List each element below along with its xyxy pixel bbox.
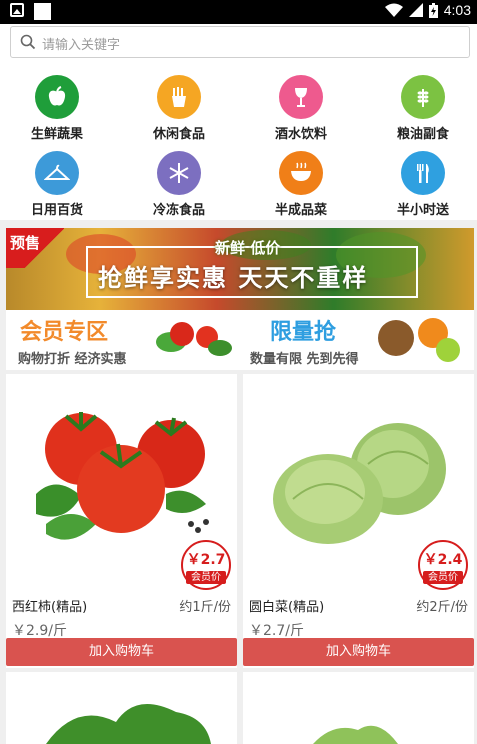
fork-knife-icon (401, 151, 445, 195)
wine-glass-icon (279, 75, 323, 119)
search-icon (20, 34, 36, 50)
search-bar: 请输入关键字 (0, 24, 477, 64)
basil-image (208, 340, 232, 356)
member-zone-link[interactable]: 会员专区 购物打折 经济实惠 (6, 310, 240, 370)
product-card[interactable] (243, 672, 474, 744)
member-price-badge: ￥2.4 会员价 (418, 540, 468, 590)
category-drinks[interactable]: 酒水饮料 (251, 64, 351, 142)
wifi-icon (384, 3, 403, 17)
product-card[interactable] (6, 672, 237, 744)
presale-tag: 预售 (6, 228, 64, 268)
category-fresh-produce[interactable]: 生鲜蔬果 (7, 64, 107, 142)
image-notification-icon (10, 3, 24, 17)
limited-offer-link[interactable]: 限量抢 数量有限 先到先得 (240, 310, 474, 370)
member-zone-title: 会员专区 (20, 320, 109, 345)
category-snacks[interactable]: 休闲食品 (129, 64, 229, 142)
banner-title: 抢鲜享实惠 天天不重样 (98, 264, 369, 292)
product-price: ￥2.9/斤 (12, 623, 67, 639)
product-image (46, 704, 211, 744)
member-price: ￥2.7 (186, 552, 226, 568)
apple-icon (35, 75, 79, 119)
product-name: 西红柿(精品) (12, 600, 88, 615)
member-price: ￥2.4 (423, 552, 463, 568)
category-label: 半小时送 (396, 203, 449, 218)
category-grain-oil[interactable]: 粮油副食 (373, 64, 473, 142)
snowflake-icon (157, 151, 201, 195)
limited-offer-subtitle: 数量有限 先到先得 (250, 352, 359, 367)
promo-banner[interactable]: 预售 新鲜 低价 抢鲜享实惠 天天不重样 (6, 228, 474, 310)
signal-icon (408, 3, 423, 17)
product-price: ￥2.7/斤 (249, 623, 304, 639)
category-half-hour-delivery[interactable]: 半小时送 (373, 140, 473, 218)
fries-icon (157, 75, 201, 119)
notification-square-icon (34, 3, 51, 20)
banner-subtitle: 新鲜 低价 (215, 239, 281, 257)
product-card[interactable]: ￥2.7 会员价 西红柿(精品) 约1斤/份 ￥2.9/斤 加入购物车 (6, 374, 237, 668)
member-price-label: 会员价 (186, 571, 226, 584)
add-to-cart-button[interactable]: 加入购物车 (243, 638, 474, 666)
lime-image (436, 338, 460, 362)
limited-offer-title: 限量抢 (270, 320, 337, 345)
product-card[interactable]: ￥2.4 会员价 圆白菜(精品) 约2斤/份 ￥2.7/斤 加入购物车 (243, 374, 474, 668)
presale-label: 预售 (10, 234, 41, 252)
hanger-icon (35, 151, 79, 195)
clock-text: 4:03 (443, 2, 471, 18)
category-label: 半成品菜 (274, 203, 327, 218)
product-name: 圆白菜(精品) (249, 600, 325, 615)
coconut-image (378, 320, 414, 356)
member-price-badge: ￥2.7 会员价 (181, 540, 231, 590)
category-label: 日用百货 (30, 203, 83, 218)
battery-icon (428, 2, 438, 18)
status-bar: 4:03 (0, 0, 477, 24)
category-label: 冷冻食品 (152, 203, 205, 218)
search-placeholder: 请输入关键字 (42, 38, 121, 53)
bowl-icon (279, 151, 323, 195)
add-to-cart-button[interactable]: 加入购物车 (6, 638, 237, 666)
member-zone-subtitle: 购物打折 经济实惠 (18, 352, 127, 367)
tomato-image (170, 322, 194, 346)
product-unit: 约1斤/份 (179, 600, 231, 615)
member-price-label: 会员价 (423, 571, 463, 584)
product-unit: 约2斤/份 (416, 600, 468, 615)
promo-row: 会员专区 购物打折 经济实惠 限量抢 数量有限 先到先得 (6, 310, 474, 370)
wheat-icon (401, 75, 445, 119)
category-daily-goods[interactable]: 日用百货 (7, 140, 107, 218)
category-grid: 生鲜蔬果 休闲食品 酒水饮料 粮油副食 日用百货 冷冻食品 半成品菜 半小时送 (0, 64, 477, 220)
category-semi-prepared[interactable]: 半成品菜 (251, 140, 351, 218)
product-image (313, 725, 398, 744)
category-frozen-food[interactable]: 冷冻食品 (129, 140, 229, 218)
search-input[interactable]: 请输入关键字 (10, 26, 470, 58)
